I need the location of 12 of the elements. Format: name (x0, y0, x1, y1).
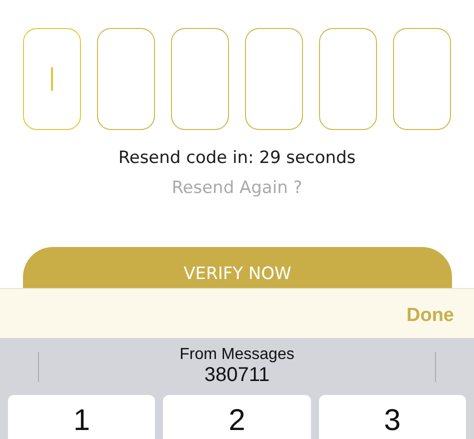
text-cursor (51, 67, 53, 91)
code-input-box[interactable] (171, 28, 229, 130)
number-key[interactable]: 3 (318, 395, 466, 439)
code-input-box[interactable] (393, 28, 451, 130)
resend-timer-text: Resend code in: 29 seconds (117, 148, 357, 168)
code-input-box[interactable] (23, 28, 81, 130)
code-input-box[interactable] (245, 28, 303, 130)
number-key[interactable]: 1 (8, 395, 156, 439)
code-suggestion[interactable]: From Messages 380711 (180, 346, 294, 388)
number-key[interactable]: 2 (163, 395, 311, 439)
code-input-box[interactable] (97, 28, 155, 130)
code-input-box[interactable] (319, 28, 377, 130)
